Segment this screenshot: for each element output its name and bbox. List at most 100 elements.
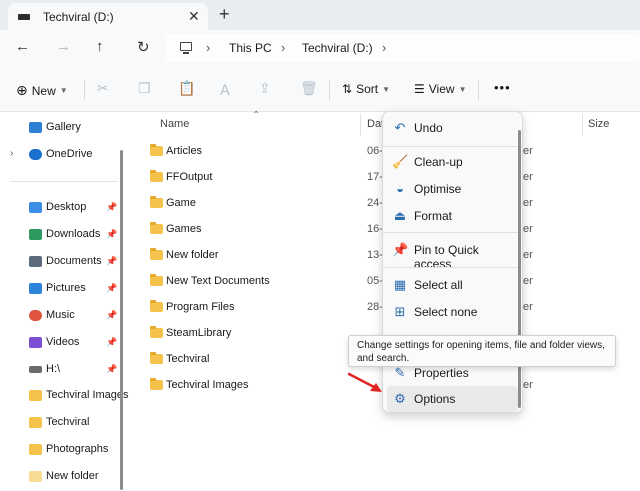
drive-icon [29, 366, 42, 373]
file-name: Techviral [166, 353, 210, 365]
column-header-name[interactable]: Name [160, 118, 189, 130]
undo-icon: ↶ [394, 120, 406, 135]
paste-icon[interactable]: 📋 [178, 80, 195, 97]
chevron-right-icon[interactable]: › [10, 148, 13, 159]
folder-icon [150, 274, 163, 286]
file-name: Games [166, 223, 202, 235]
sidebar-item-label: New folder [46, 470, 99, 482]
menu-item-select-all[interactable]: ▦ Select all [387, 272, 518, 298]
breadcrumb-techviral[interactable]: Techviral (D:) [302, 41, 373, 55]
file-date: 06- [367, 145, 383, 157]
new-button[interactable]: ⊕ New ▼ [16, 82, 68, 99]
file-name: Game [166, 197, 196, 209]
optimise-icon: ◒ [396, 181, 404, 196]
sidebar-item-documents[interactable]: Documents 📌 [0, 249, 126, 275]
sidebar-item-pictures[interactable]: Pictures 📌 [0, 276, 126, 302]
pin-icon: 📌 [106, 310, 118, 320]
sidebar-item-videos[interactable]: Videos 📌 [0, 330, 126, 356]
delete-icon[interactable]: 🗑 [300, 80, 318, 97]
folder-icon [150, 144, 163, 156]
pin-icon: 📌 [106, 202, 118, 212]
up-button[interactable]: ↑ [96, 38, 104, 55]
menu-item-clean-up[interactable]: 🧹 Clean-up [387, 149, 518, 175]
toolbar-divider [84, 80, 85, 100]
sidebar-item-new-folder[interactable]: New folder [0, 464, 126, 490]
back-button[interactable]: ← [15, 38, 30, 55]
folder-icon [29, 417, 42, 428]
column-divider[interactable] [582, 114, 583, 136]
close-icon[interactable]: ✕ [188, 8, 200, 25]
sidebar-divider [10, 181, 118, 182]
options-icon: ⚙ [394, 391, 406, 406]
sidebar-item-label: H:\ [46, 363, 61, 375]
file-type: er [523, 171, 533, 183]
sidebar-item-downloads[interactable]: Downloads 📌 [0, 222, 126, 248]
refresh-button[interactable]: ↻ [137, 38, 150, 56]
sort-icon: ⇅ [342, 82, 353, 96]
folder-icon [150, 326, 163, 338]
cut-icon[interactable]: ✂ [97, 80, 109, 97]
pin-icon: 📌 [392, 242, 409, 257]
sidebar-item-photographs[interactable]: Photographs [0, 437, 126, 463]
file-date: 16- [367, 223, 383, 235]
column-header-size[interactable]: Size [588, 118, 609, 130]
sidebar-item-h-drive[interactable]: H:\ 📌 [0, 357, 126, 383]
properties-icon: ✎ [394, 365, 406, 380]
sort-button-label: Sort [356, 82, 379, 96]
sidebar-item-music[interactable]: Music 📌 [0, 303, 126, 329]
menu-item-select-none[interactable]: ⊞ Select none [387, 299, 518, 325]
breadcrumb-chevron-icon[interactable]: › [281, 40, 285, 55]
forward-button[interactable]: → [56, 38, 71, 55]
sidebar-item-gallery[interactable]: Gallery [0, 115, 126, 141]
view-button[interactable]: ☰ View ▼ [414, 82, 466, 96]
folder-icon [150, 248, 163, 260]
file-name: Program Files [166, 301, 235, 313]
format-icon: ⏏ [393, 208, 407, 223]
menu-item-undo[interactable]: ↶ Undo [387, 115, 518, 141]
sidebar-item-desktop[interactable]: Desktop 📌 [0, 195, 126, 221]
chevron-down-icon: ▼ [59, 86, 68, 95]
sidebar-item-label: Music [46, 309, 75, 321]
menu-item-label: Properties [414, 366, 469, 380]
sidebar-scrollbar[interactable] [120, 150, 123, 490]
file-type: er [523, 249, 533, 261]
command-bar: ⊕ New ▼ ✂ ❐ 📋 Ａ ⇪ 🗑 ⇅ Sort ▼ ☰ View ▼ ••… [0, 66, 640, 112]
sidebar-item-label: OneDrive [46, 148, 93, 160]
breadcrumb-this-pc[interactable]: This PC [229, 41, 272, 55]
select-none-icon: ⊞ [394, 304, 406, 319]
navigation-bar: ← → ↑ ↻ › This PC › Techviral (D:) › [0, 30, 640, 66]
file-date: 17- [367, 171, 383, 183]
column-divider[interactable] [360, 114, 361, 136]
documents-icon [29, 256, 42, 267]
sidebar-item-techviral-images[interactable]: Techviral Images [0, 383, 129, 409]
menu-item-optimise[interactable]: ◒ Optimise [387, 176, 518, 202]
pin-icon: 📌 [106, 283, 118, 293]
new-tab-button[interactable]: + [219, 4, 230, 25]
pin-icon: 📌 [106, 337, 118, 347]
folder-icon [150, 196, 163, 208]
menu-item-options[interactable]: ⚙ Options [387, 386, 518, 412]
breadcrumb-chevron-icon[interactable]: › [382, 40, 386, 55]
menu-divider [383, 267, 522, 268]
folder-icon [29, 444, 42, 455]
more-options-button[interactable]: ••• [494, 80, 511, 95]
sidebar-item-techviral[interactable]: Techviral [0, 410, 126, 436]
tab-title: Techviral (D:) [43, 10, 114, 24]
file-type: er [523, 223, 533, 235]
sort-button[interactable]: ⇅ Sort ▼ [342, 82, 390, 96]
sidebar-item-label: Techviral [46, 416, 90, 428]
folder-icon [150, 300, 163, 312]
menu-item-format[interactable]: ⏏ Format [387, 203, 518, 229]
breadcrumb-chevron-icon[interactable]: › [206, 40, 210, 55]
address-bar[interactable]: › This PC › Techviral (D:) › [166, 34, 640, 62]
navigation-pane: Gallery › OneDrive Desktop 📌 Downloads 📌… [0, 112, 129, 491]
menu-item-pin-to-quick-access[interactable]: 📌 Pin to Quick access [387, 237, 518, 271]
toolbar-divider [329, 80, 330, 100]
rename-icon[interactable]: Ａ [218, 80, 232, 100]
share-icon[interactable]: ⇪ [259, 80, 271, 97]
folder-icon [150, 222, 163, 234]
sidebar-item-onedrive[interactable]: › OneDrive [0, 142, 126, 168]
drive-icon [18, 14, 30, 20]
tab-techviral[interactable]: Techviral (D:) ✕ [8, 3, 208, 30]
copy-icon[interactable]: ❐ [138, 80, 151, 97]
